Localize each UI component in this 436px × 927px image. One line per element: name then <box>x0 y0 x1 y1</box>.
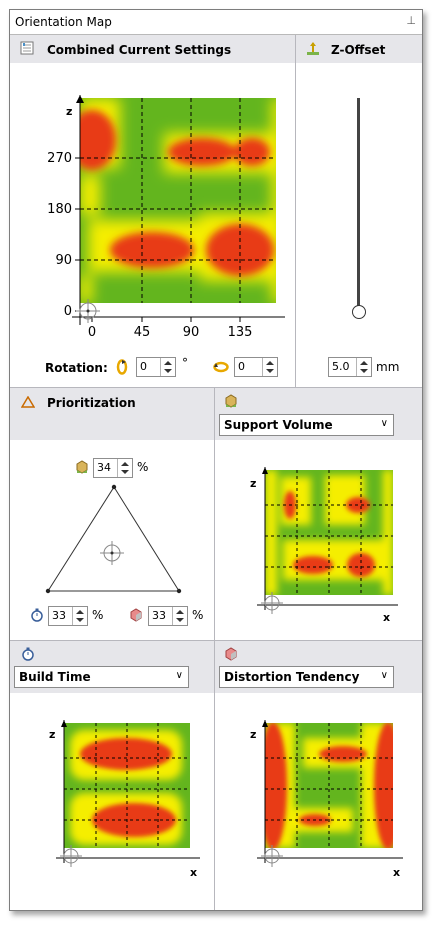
zoffset-title: Z-Offset <box>331 43 386 57</box>
chevron-down-icon: ∨ <box>175 670 183 681</box>
rotate-vertical-icon[interactable] <box>114 359 130 375</box>
zoffset-header: Z-Offset <box>296 35 422 63</box>
support-dropdown[interactable]: Support Volume ∨ <box>219 414 394 436</box>
triangle-icon <box>21 396 35 408</box>
combined-chart: z 270 180 90 0 0 45 90 135 <box>47 95 290 340</box>
axis-x-label: x <box>190 866 198 879</box>
prioritization-header: Prioritization <box>10 388 214 440</box>
orientation-map-window: Orientation Map ⊥ Combined Current Setti… <box>9 9 423 911</box>
y-tick-180: 180 <box>47 202 72 217</box>
axis-x-label: x <box>383 611 391 624</box>
axis-z-label: z <box>66 105 73 118</box>
chevron-down-icon: ∨ <box>380 670 388 681</box>
origin-target-icon <box>60 845 82 867</box>
buildtime-dropdown[interactable]: Build Time ∨ <box>14 666 189 688</box>
support-cube-icon <box>225 394 237 408</box>
x-tick-135: 135 <box>227 325 253 340</box>
support-header: Support Volume ∨ <box>215 388 422 440</box>
zoffset-spinner[interactable]: 5.0 <box>328 357 372 377</box>
y-tick-0: 0 <box>63 304 72 319</box>
stopwatch-icon <box>22 647 34 661</box>
zoffset-slider-track[interactable] <box>357 98 360 310</box>
divider <box>295 35 296 387</box>
z-offset-icon <box>307 42 319 55</box>
percent-unit: % <box>92 608 104 622</box>
prioritization-triangle[interactable] <box>38 480 188 595</box>
rotation-spinner-1[interactable]: 0 <box>136 357 176 377</box>
axis-z-label: z <box>250 477 257 490</box>
distortion-map: z x <box>243 718 413 879</box>
combined-header: Combined Current Settings <box>10 35 295 63</box>
y-tick-90: 90 <box>55 253 72 268</box>
chevron-down-icon: ∨ <box>380 418 388 429</box>
origin-target-icon <box>261 592 283 614</box>
prioritization-title: Prioritization <box>47 396 136 410</box>
priority-top-spinner[interactable]: 34 <box>93 458 133 478</box>
x-tick-90: 90 <box>182 325 200 340</box>
buildtime-header: Build Time ∨ <box>10 641 214 693</box>
x-tick-45: 45 <box>133 325 151 340</box>
distortion-dropdown[interactable]: Distortion Tendency ∨ <box>219 666 394 688</box>
percent-unit: % <box>137 460 149 474</box>
distortion-cube-icon <box>225 647 237 661</box>
axis-x-label: x <box>393 866 401 879</box>
origin-target-icon <box>261 845 283 867</box>
buildtime-map: z x <box>40 718 210 879</box>
degree-unit: ° <box>182 356 188 370</box>
pin-icon[interactable]: ⊥ <box>406 14 416 27</box>
axis-z-label: z <box>49 728 56 741</box>
distortion-header: Distortion Tendency ∨ <box>215 641 422 693</box>
combined-title: Combined Current Settings <box>47 43 232 57</box>
support-volume-map: z x <box>243 465 403 624</box>
stopwatch-icon <box>31 608 43 622</box>
zoffset-unit: mm <box>376 360 400 374</box>
window-title: Orientation Map <box>15 15 112 29</box>
rotate-horizontal-icon[interactable] <box>213 360 229 374</box>
rotation-spinner-2[interactable]: 0 <box>234 357 278 377</box>
rotation-label: Rotation: <box>45 361 108 375</box>
priority-right-spinner[interactable]: 33 <box>148 606 188 626</box>
distortion-cube-icon <box>130 608 142 622</box>
axis-z-label: z <box>250 728 257 741</box>
zoffset-slider-handle[interactable] <box>352 305 366 319</box>
support-cube-icon <box>76 460 88 474</box>
x-tick-0: 0 <box>87 325 97 340</box>
y-tick-270: 270 <box>47 151 72 166</box>
priority-left-spinner[interactable]: 33 <box>48 606 88 626</box>
percent-unit: % <box>192 608 204 622</box>
title-bar: Orientation Map ⊥ <box>10 10 422 35</box>
grid-map-icon <box>20 41 34 55</box>
